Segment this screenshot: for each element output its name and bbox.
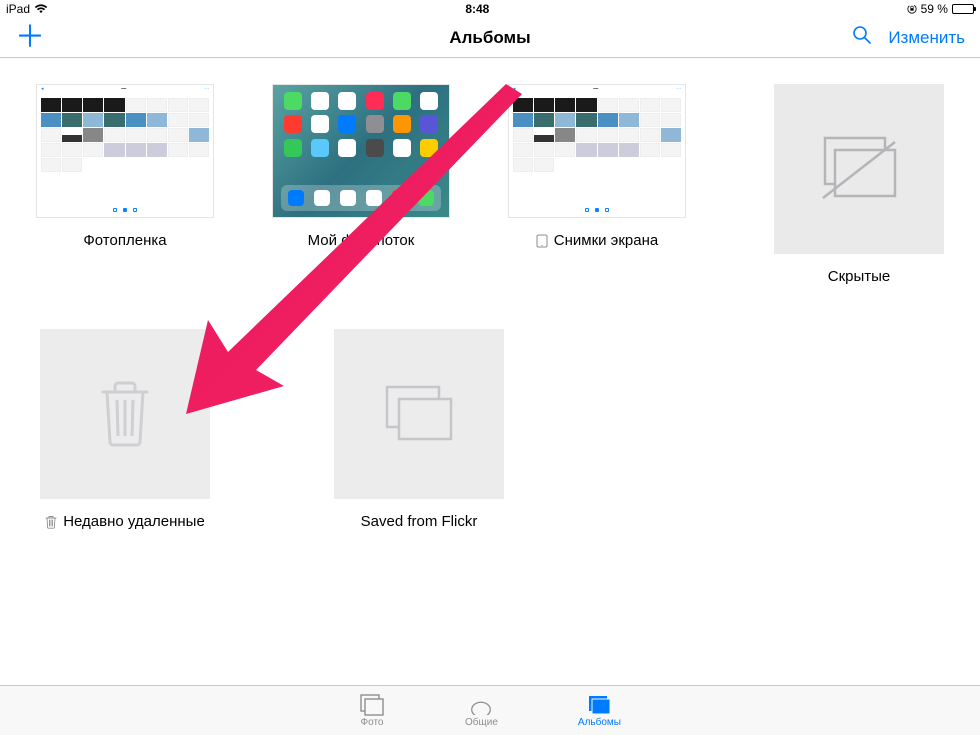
tab-albums[interactable]: Альбомы (578, 694, 621, 728)
album-screenshots[interactable]: ◂—⋯ Снимки экрана (508, 84, 686, 285)
device-icon (536, 234, 548, 248)
battery-percent: 59 % (921, 2, 948, 16)
tab-label: Общие (465, 717, 498, 728)
status-left: iPad (6, 2, 48, 16)
album-label: Скрытые (828, 268, 891, 285)
stack-placeholder-icon (383, 385, 455, 443)
nav-title: Альбомы (449, 28, 530, 48)
status-time: 8:48 (465, 2, 489, 16)
status-right: 59 % (907, 2, 974, 16)
tab-shared[interactable]: Общие (465, 694, 498, 728)
album-saved-flickr[interactable]: Saved from Flickr (330, 329, 508, 530)
album-thumbnail (272, 84, 450, 218)
tab-bar: Фото Общие Альбомы (0, 685, 980, 735)
album-thumbnail (40, 329, 210, 499)
album-label: Фотопленка (83, 232, 166, 249)
status-bar: iPad 8:48 59 % (0, 0, 980, 18)
album-thumbnail: ◂—⋯ (36, 84, 214, 218)
album-thumbnail (334, 329, 504, 499)
tab-label: Альбомы (578, 717, 621, 728)
trash-icon (45, 515, 57, 529)
search-button[interactable] (852, 25, 872, 50)
album-thumbnail (774, 84, 944, 254)
trash-placeholder-icon (97, 380, 153, 448)
album-thumbnail: ◂—⋯ (508, 84, 686, 218)
albums-tab-icon (586, 694, 612, 716)
battery-icon (952, 4, 974, 14)
device-label: iPad (6, 2, 30, 16)
album-camera-roll[interactable]: ◂—⋯ Фотопленка (36, 84, 214, 285)
album-label: Мой фотопоток (308, 232, 415, 249)
album-photostream[interactable]: Мой фотопоток (272, 84, 450, 285)
shared-tab-icon (468, 694, 494, 716)
album-label: Недавно удаленные (63, 513, 205, 530)
album-hidden[interactable]: Скрытые (774, 84, 944, 285)
add-album-button[interactable]: ＋ (15, 23, 45, 53)
hidden-placeholder-icon (817, 136, 901, 202)
search-icon (852, 25, 872, 45)
albums-grid: ◂—⋯ Фотопленка (36, 84, 944, 530)
orientation-lock-icon (907, 4, 917, 14)
album-label: Снимки экрана (554, 232, 658, 249)
album-recently-deleted[interactable]: Недавно удаленные (36, 329, 214, 530)
tab-label: Фото (361, 717, 384, 728)
edit-button[interactable]: Изменить (888, 28, 965, 48)
nav-bar: ＋ Альбомы Изменить (0, 18, 980, 58)
album-label: Saved from Flickr (361, 513, 478, 530)
photos-tab-icon (359, 694, 385, 716)
wifi-icon (34, 4, 48, 14)
albums-content: ◂—⋯ Фотопленка (0, 58, 980, 685)
tab-photos[interactable]: Фото (359, 694, 385, 728)
